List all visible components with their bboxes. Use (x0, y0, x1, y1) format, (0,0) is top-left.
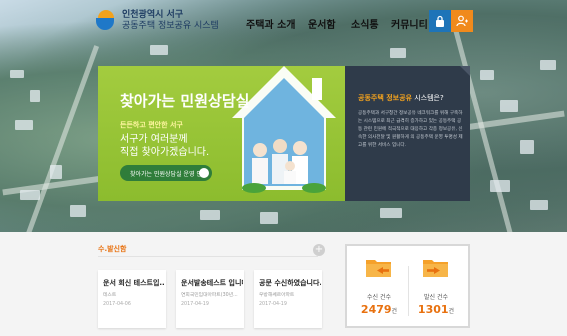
mail-card[interactable]: 운서발송테스트 입니다 연희국민임대아파트(30년... 2017-04-19 (176, 270, 244, 328)
received-stat[interactable]: 수신 건수 2479건 (354, 256, 404, 316)
mail-card-sender: 우방해쎄르아파트 (259, 293, 295, 298)
system-info-panel: 공동주택 정보공유 시스템은? 공동주택과 서구청간 정보공유 네크워크를 위해… (345, 66, 470, 201)
mail-card-date: 2017-04-06 (103, 302, 131, 307)
mail-card-date: 2017-04-19 (259, 302, 287, 307)
banner-line-2: 직접 찾아가겠습니다. (120, 147, 210, 158)
logo-line-1: 인천광역시 서구 (122, 10, 184, 20)
nav-item-community[interactable]: 커뮤니티 (391, 16, 428, 31)
info-title-highlight: 공동주택 정보공유 (358, 94, 412, 102)
mail-card-title: 운서발송테스트 입니다 (181, 279, 243, 287)
stats-box: 수신 건수 2479건 발신 건수 1301건 (345, 244, 470, 328)
mail-card-title: 운서 회신 테스트입... (103, 279, 165, 287)
divider (98, 256, 318, 257)
logo-line-2: 공동주택 정보공유 시스템 (122, 21, 219, 31)
banner-kicker: 든든하고 편안한 서구 (120, 121, 183, 129)
nav-item-news[interactable]: 소식통 (351, 16, 379, 31)
sent-label: 발신 건수 (424, 294, 448, 301)
mail-card-sender: 테스트 (103, 293, 117, 298)
mail-card[interactable]: 운서 회신 테스트입... 테스트 2017-04-06 (98, 270, 166, 328)
mail-card-date: 2017-04-19 (181, 302, 209, 307)
inbox-folder-icon (366, 260, 391, 277)
mailbox-heading: 수.발신함 (98, 245, 127, 253)
consultation-banner: 찾아가는 민원상담실 든든하고 편안한 서구 서구가 여러분께 직접 찾아가겠습… (98, 66, 345, 201)
consultation-guide-button[interactable]: 찾아가는 민원상담실 운영 안내 (120, 165, 212, 181)
stats-divider (408, 266, 409, 316)
more-button[interactable]: + (313, 244, 325, 256)
house-illustration (232, 66, 336, 193)
received-label: 수신 건수 (367, 294, 391, 301)
nav-item-mailbox[interactable]: 운서함 (308, 16, 336, 31)
sent-count: 1301 (417, 303, 449, 316)
user-icon (456, 15, 468, 27)
mail-card[interactable]: 공문 수신하였습니다. 우방해쎄르아파트 2017-04-19 (254, 270, 322, 328)
sent-unit: 건 (448, 308, 455, 315)
logo-icon (96, 8, 118, 34)
mail-card-sender: 연희국민임대아파트(30년... (181, 293, 238, 298)
info-title: 공동주택 정보공유 시스템은? (358, 93, 444, 103)
info-body: 공동주택과 서구청간 정보공유 네크워크를 위해 구축하는 시스템으로 최근 급… (358, 111, 463, 149)
login-button[interactable] (429, 10, 451, 32)
info-title-rest: 시스템은? (411, 94, 444, 102)
site-logo[interactable]: 인천광역시 서구 공동주택 정보공유 시스템 (96, 8, 219, 34)
join-button[interactable] (451, 10, 473, 32)
lock-icon (436, 15, 444, 27)
site-header: 인천광역시 서구 공동주택 정보공유 시스템 주택과 소개 운서함 소식통 커뮤… (0, 0, 567, 44)
nav-item-about[interactable]: 주택과 소개 (246, 16, 295, 31)
consultation-guide-label: 찾아가는 민원상담실 운영 안내 (130, 170, 208, 178)
sent-stat[interactable]: 발신 건수 1301건 (411, 256, 461, 316)
mail-card-title: 공문 수신하였습니다. (259, 279, 321, 287)
received-count: 2479 (360, 303, 392, 316)
arrow-right-icon (199, 168, 209, 178)
received-unit: 건 (391, 308, 398, 315)
panel-corner (460, 66, 470, 76)
outbox-folder-icon (423, 260, 448, 277)
